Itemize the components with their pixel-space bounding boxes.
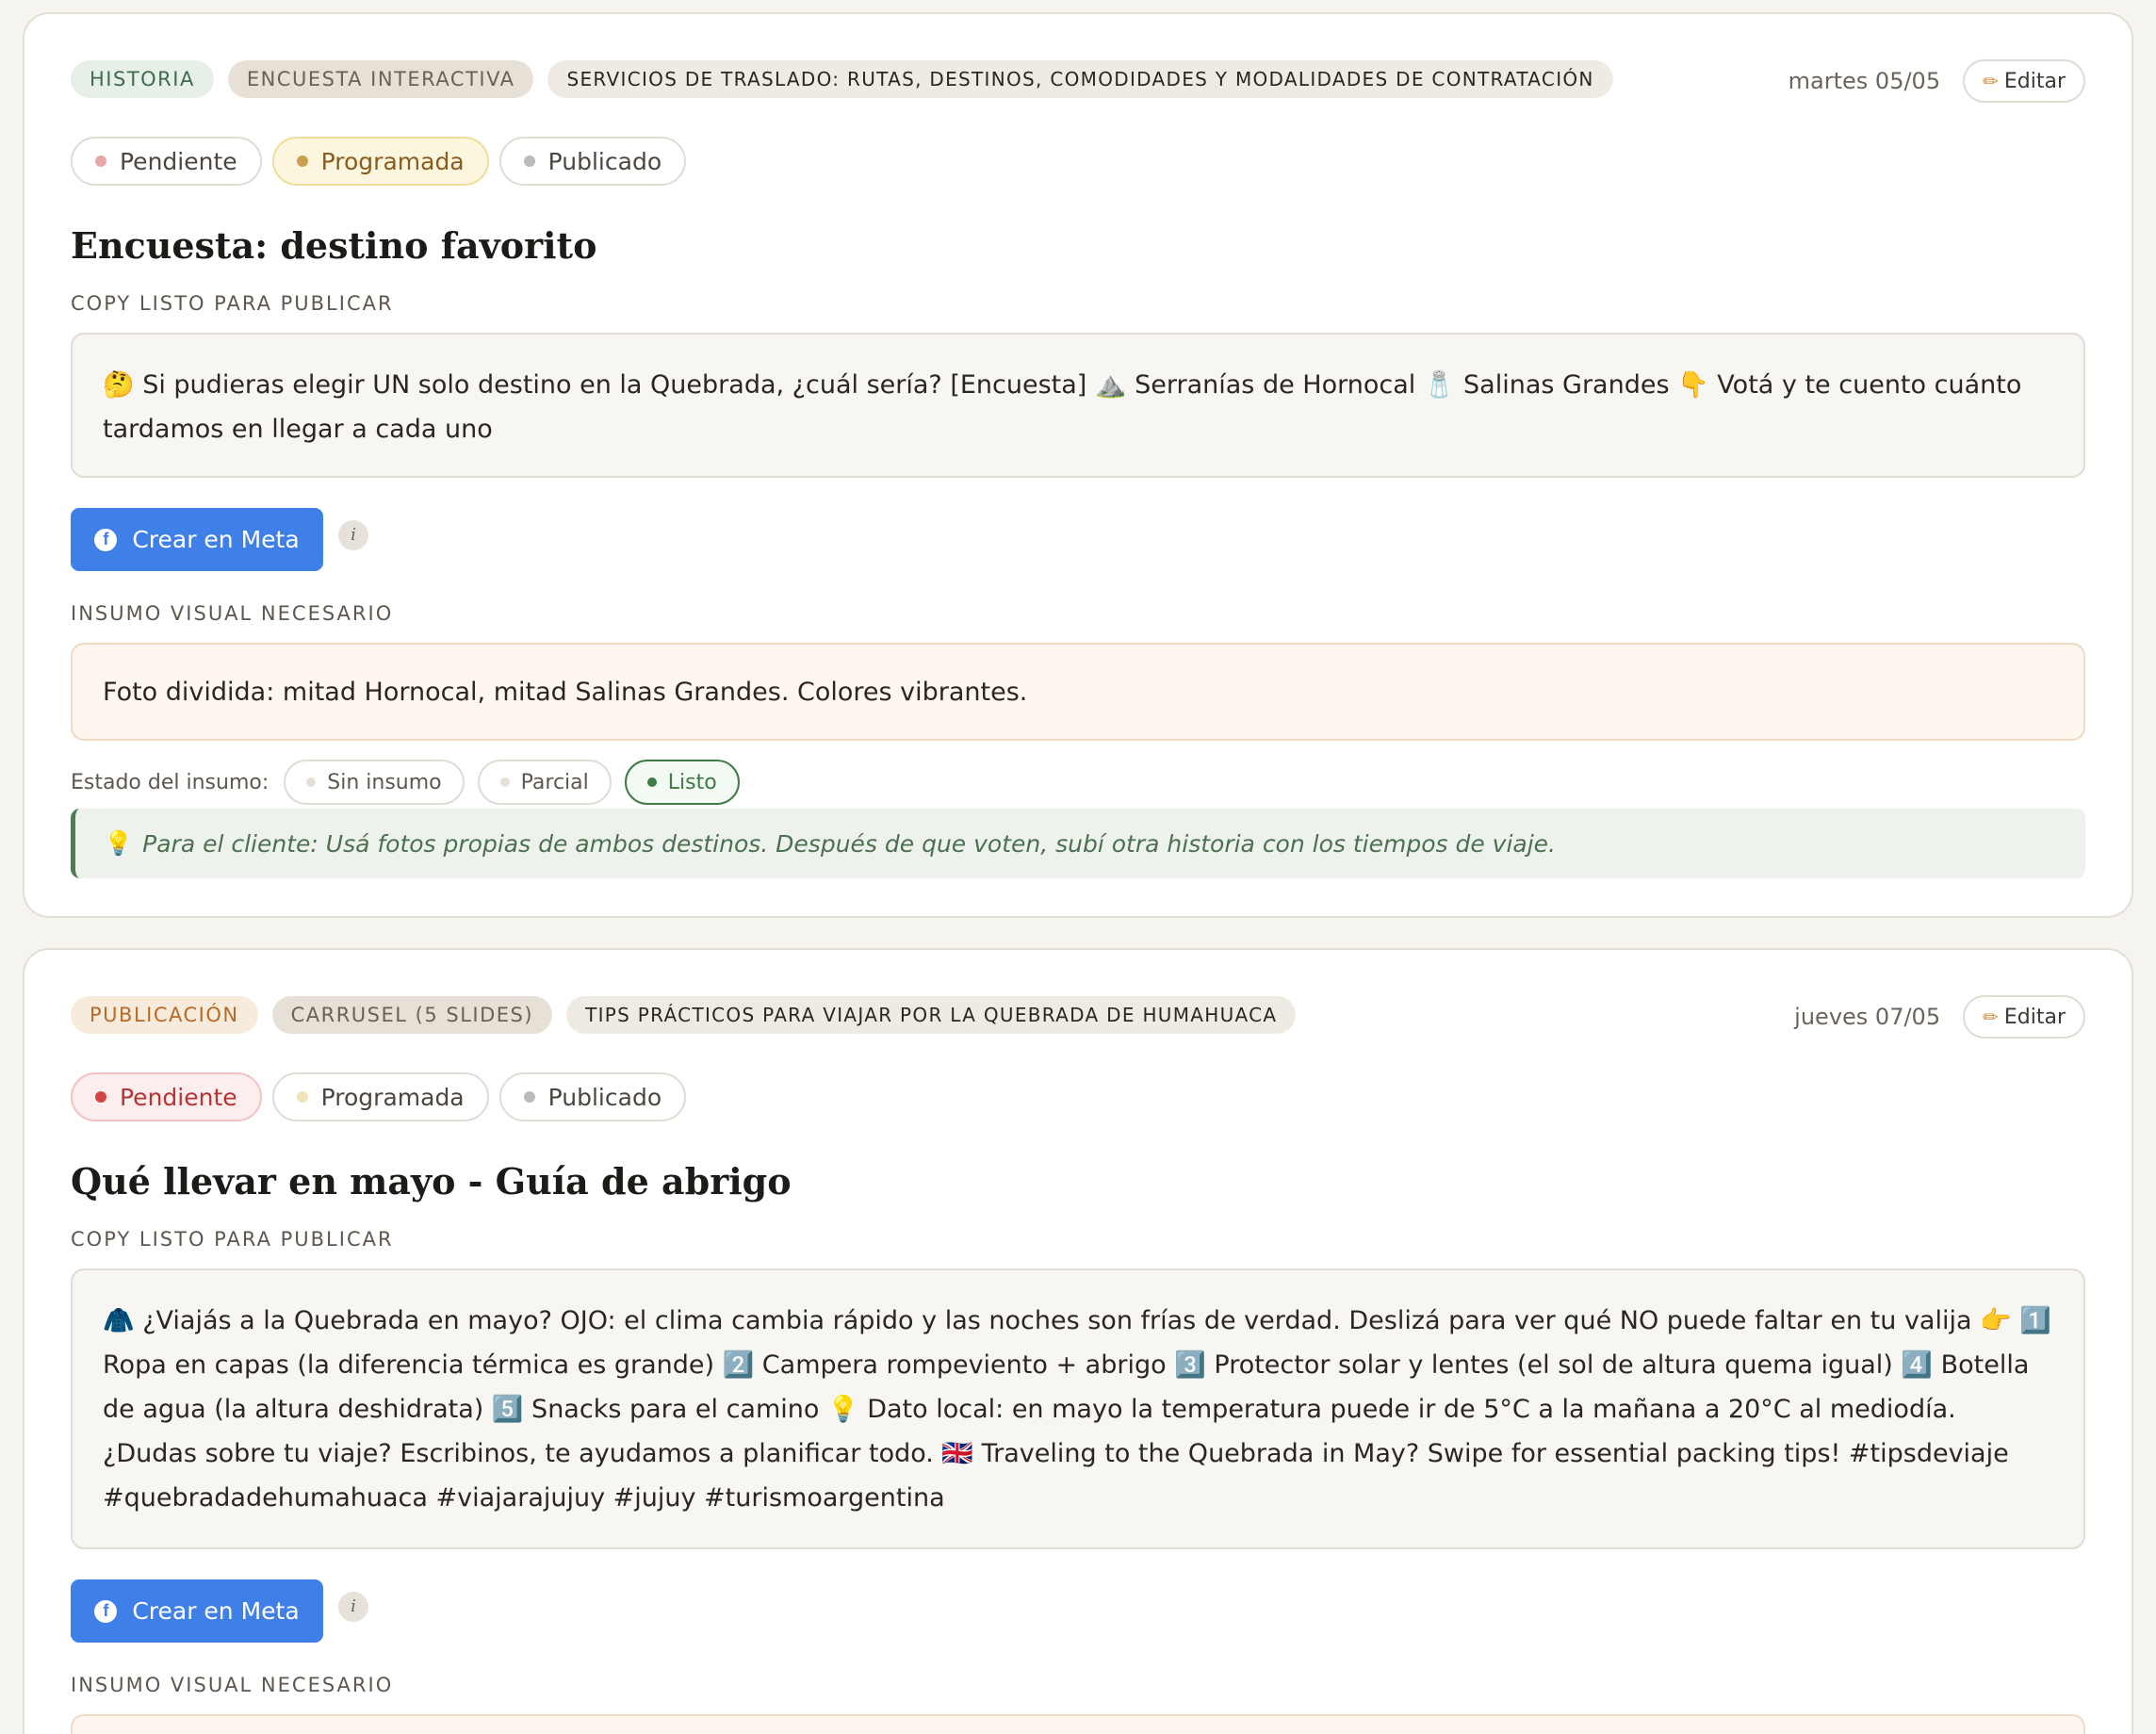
tag-row: HISTORIA ENCUESTA INTERACTIVA SERVICIOS … (71, 59, 2085, 103)
format-tag: ENCUESTA INTERACTIVA (227, 60, 534, 98)
status-dot (523, 1091, 535, 1103)
visual-section-label: INSUMO VISUAL NECESARIO (71, 602, 394, 625)
edit-label: Editar (2003, 69, 2066, 93)
create-in-meta-button[interactable]: f Crear en Meta (71, 1579, 323, 1643)
post-title: Qué llevar en mayo - Guía de abrigo (71, 1160, 792, 1202)
visual-requirement-box (71, 1714, 2085, 1734)
pencil-icon: ✏ (1983, 70, 1999, 92)
status-dot (95, 155, 106, 167)
status-dot (499, 777, 510, 787)
status-publicado-button[interactable]: Publicado (498, 1072, 687, 1121)
info-icon[interactable]: i (338, 519, 368, 550)
content-card: PUBLICACIÓN CARRUSEL (5 SLIDES) TIPS PRÁ… (23, 948, 2133, 1734)
status-label: Programada (320, 147, 465, 175)
status-pendiente-button[interactable]: Pendiente (71, 137, 262, 186)
status-publicado-button[interactable]: Publicado (498, 137, 687, 186)
asset-status-option-label: Sin insumo (327, 770, 442, 794)
status-pendiente-button[interactable]: Pendiente (71, 1072, 262, 1121)
topic-tag: SERVICIOS DE TRASLADO: RUTAS, DESTINOS, … (547, 60, 1613, 98)
status-label: Pendiente (120, 1083, 237, 1111)
asset-status-sin-insumo-button[interactable]: Sin insumo (284, 760, 465, 805)
actions-row: f Crear en Meta i (71, 508, 2085, 571)
status-programada-button[interactable]: Programada (271, 137, 489, 186)
edit-button[interactable]: ✏ Editar (1963, 995, 2085, 1039)
meta-button-label: Crear en Meta (132, 1597, 300, 1625)
facebook-icon: f (94, 1599, 118, 1623)
status-dot (306, 777, 317, 787)
format-tag: CARRUSEL (5 SLIDES) (271, 996, 553, 1034)
status-label: Pendiente (120, 147, 237, 175)
card-meta: martes 05/05 ✏ Editar (1788, 59, 2085, 103)
actions-row: f Crear en Meta i (71, 1579, 2085, 1643)
visual-section-label: INSUMO VISUAL NECESARIO (71, 1674, 394, 1696)
pencil-icon: ✏ (1983, 1006, 1999, 1028)
status-label: Publicado (547, 147, 662, 175)
post-title: Encuesta: destino favorito (71, 224, 597, 267)
client-tip: 💡 Para el cliente: Usá fotos propias de … (71, 809, 2085, 878)
tag-row: PUBLICACIÓN CARRUSEL (5 SLIDES) TIPS PRÁ… (71, 995, 2085, 1039)
publish-date: jueves 07/05 (1794, 1004, 1941, 1030)
asset-status-listo-button[interactable]: Listo (624, 760, 740, 805)
status-dot (296, 155, 308, 167)
status-selector: Pendiente Programada Publicado (71, 1072, 2085, 1121)
status-programada-button[interactable]: Programada (271, 1072, 489, 1121)
status-dot (95, 1091, 106, 1103)
create-in-meta-button[interactable]: f Crear en Meta (71, 508, 323, 571)
copy-text-box: 🧥 ¿Viajás a la Quebrada en mayo? OJO: el… (71, 1268, 2085, 1549)
content-card: HISTORIA ENCUESTA INTERACTIVA SERVICIOS … (23, 12, 2133, 918)
status-selector: Pendiente Programada Publicado (71, 137, 2085, 186)
type-tag: PUBLICACIÓN (71, 996, 258, 1034)
visual-requirement-text: Foto dividida: mitad Hornocal, mitad Sal… (103, 677, 1028, 707)
edit-button[interactable]: ✏ Editar (1963, 59, 2085, 103)
status-label: Programada (320, 1083, 465, 1111)
client-tip-text: Para el cliente: Usá fotos propias de am… (142, 829, 1557, 858)
type-tag: HISTORIA (71, 60, 214, 98)
status-dot (296, 1091, 308, 1103)
status-dot (646, 777, 657, 787)
visual-requirement-box: Foto dividida: mitad Hornocal, mitad Sal… (71, 643, 2085, 741)
asset-status-parcial-button[interactable]: Parcial (477, 760, 612, 805)
asset-status-label: Estado del insumo: (71, 770, 270, 794)
copy-section-label: COPY LISTO PARA PUBLICAR (71, 1228, 394, 1251)
copy-section-label: COPY LISTO PARA PUBLICAR (71, 292, 394, 315)
status-dot (523, 155, 535, 167)
info-icon[interactable]: i (338, 1591, 368, 1622)
publish-date: martes 05/05 (1788, 68, 1941, 94)
meta-button-label: Crear en Meta (132, 526, 300, 553)
topic-tag: TIPS PRÁCTICOS PARA VIAJAR POR LA QUEBRA… (566, 996, 1297, 1034)
card-meta: jueves 07/05 ✏ Editar (1794, 995, 2085, 1039)
lightbulb-icon: 💡 (104, 829, 134, 857)
edit-label: Editar (2003, 1005, 2066, 1029)
status-label: Publicado (547, 1083, 662, 1111)
asset-status-option-label: Listo (667, 770, 717, 794)
facebook-icon: f (94, 528, 118, 551)
asset-status-option-label: Parcial (520, 770, 589, 794)
asset-status-row: Estado del insumo: Sin insumo Parcial Li… (71, 760, 2085, 805)
copy-text-box: 🤔 Si pudieras elegir UN solo destino en … (71, 333, 2085, 478)
